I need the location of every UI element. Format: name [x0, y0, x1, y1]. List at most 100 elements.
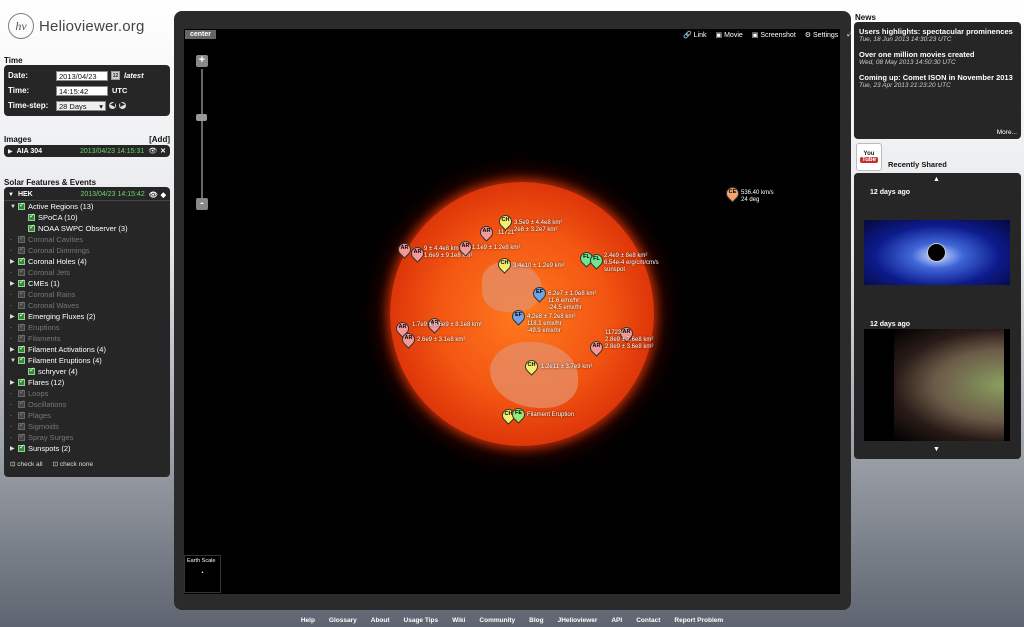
footer-link-wiki[interactable]: Wiki [452, 617, 465, 624]
active-region-marker[interactable]: AR [587, 338, 606, 359]
checkbox[interactable] [18, 443, 25, 452]
movie-button[interactable]: ▣ Movie [716, 31, 743, 39]
hek-row[interactable]: ▼ HEK 2013/04/23 14:15:42 👁 ◆ [4, 189, 170, 201]
center-button[interactable]: center [185, 30, 217, 39]
checkbox[interactable] [18, 234, 25, 243]
tree-item-coronal-holes[interactable]: ▶Coronal Holes (4) [10, 256, 170, 267]
checkbox[interactable] [18, 344, 25, 353]
zoom-out-button[interactable]: - [196, 198, 208, 210]
earth-scale[interactable]: Earth Scale • [184, 555, 221, 593]
calendar-icon[interactable]: 12 [111, 71, 120, 80]
logo[interactable]: hv Helioviewer.org [8, 12, 145, 40]
latest-link[interactable]: latest [124, 71, 144, 80]
filament-eruption-marker[interactable]: FE [509, 405, 528, 426]
footer-link-jhelioviewer[interactable]: JHelioviewer [558, 617, 598, 624]
tree-item-emerging-fluxes[interactable]: ▶Emerging Fluxes (2) [10, 311, 170, 322]
checkbox[interactable] [28, 223, 35, 232]
step-back-icon[interactable]: ◀ [109, 102, 116, 109]
tree-item-coronal-jets[interactable]: ·Coronal Jets [10, 267, 170, 278]
news-item[interactable]: Over one million movies created Wed, 08 … [859, 50, 1016, 66]
tree-item-loops[interactable]: ·Loops [10, 388, 170, 399]
tree-item-filament-activations[interactable]: ▶Filament Activations (4) [10, 344, 170, 355]
checkbox[interactable] [18, 311, 25, 320]
fullscreen-icon[interactable]: ⤢ [847, 31, 853, 39]
emerging-flux-marker[interactable]: EF [509, 307, 528, 328]
check-none-link[interactable]: ⊡ check none [53, 460, 94, 468]
tree-item-plages[interactable]: ·Plages [10, 410, 170, 421]
news-item[interactable]: Coming up: Comet ISON in November 2013 T… [859, 73, 1016, 89]
coronal-hole-marker[interactable]: CH [496, 212, 515, 233]
footer-link-usage-tips[interactable]: Usage Tips [404, 617, 439, 624]
time-input[interactable]: 14:15:42 [56, 85, 108, 96]
news-headline[interactable]: Over one million movies created [859, 50, 1016, 59]
visibility-icon[interactable]: 👁 [148, 147, 157, 155]
link-button[interactable]: 🔗 Link [683, 31, 707, 39]
news-headline[interactable]: Users highlights: spectacular prominence… [859, 27, 1016, 36]
tree-item-noaa[interactable]: NOAA SWPC Observer (3) [10, 223, 170, 234]
footer-link-help[interactable]: Help [301, 617, 315, 624]
video-thumbnail[interactable] [864, 329, 1010, 441]
scroll-up-icon[interactable]: ▲ [933, 176, 940, 183]
tree-item-eruptions[interactable]: ·Eruptions [10, 322, 170, 333]
footer-link-glossary[interactable]: Glossary [329, 617, 357, 624]
settings-button[interactable]: ⚙ Settings [805, 31, 839, 39]
remove-icon[interactable]: ✕ [160, 147, 166, 155]
info-icon[interactable]: ◆ [161, 191, 166, 199]
active-region-marker[interactable]: AR [408, 244, 427, 265]
checkbox[interactable] [18, 278, 25, 287]
tree-item-cmes[interactable]: ▶CMEs (1) [10, 278, 170, 289]
emerging-flux-marker[interactable]: EF [530, 284, 549, 305]
news-headline[interactable]: Coming up: Comet ISON in November 2013 [859, 73, 1016, 82]
tree-item-sigmoids[interactable]: ·Sigmoids [10, 421, 170, 432]
footer-link-community[interactable]: Community [479, 617, 515, 624]
checkbox[interactable] [18, 432, 25, 441]
footer-link-api[interactable]: API [611, 617, 622, 624]
expand-triangle-icon[interactable]: ▶ [8, 148, 13, 155]
tree-item-spoca[interactable]: SPoCA (10) [10, 212, 170, 223]
tree-item-coronal-waves[interactable]: ·Coronal Waves [10, 300, 170, 311]
checkbox[interactable] [28, 212, 35, 221]
tree-item-filaments[interactable]: ·Filaments [10, 333, 170, 344]
tree-item-coronal-rains[interactable]: ·Coronal Rains [10, 289, 170, 300]
news-item[interactable]: Users highlights: spectacular prominence… [859, 27, 1016, 43]
add-layer-button[interactable]: [Add] [149, 135, 170, 144]
step-forward-icon[interactable]: ▶ [119, 102, 126, 109]
screenshot-button[interactable]: ▣ Screenshot [752, 31, 796, 39]
checkbox[interactable] [18, 377, 25, 386]
checkbox[interactable] [18, 410, 25, 419]
checkbox[interactable] [18, 300, 25, 309]
checkbox[interactable] [18, 267, 25, 276]
date-input[interactable]: 2013/04/23 [56, 70, 108, 81]
tree-item-oscillations[interactable]: ·Oscillations [10, 399, 170, 410]
tree-item-coronal-cavities[interactable]: ·Coronal Cavities [10, 234, 170, 245]
timestep-select[interactable]: 28 Days ▾ [56, 100, 106, 111]
footer-link-about[interactable]: About [371, 617, 390, 624]
image-layer-row[interactable]: ▶ AIA 304 2013/04/23 14:15:31 👁 ✕ [4, 145, 170, 157]
video-thumbnail[interactable] [864, 220, 1010, 285]
tree-item-flares[interactable]: ▶Flares (12) [10, 377, 170, 388]
zoom-slider-handle[interactable] [196, 114, 207, 121]
active-region-marker[interactable]: AR [477, 223, 496, 244]
scroll-down-icon[interactable]: ▼ [933, 446, 940, 453]
news-more-link[interactable]: More... [997, 129, 1017, 136]
checkbox[interactable] [18, 388, 25, 397]
visibility-icon[interactable]: 👁 [149, 191, 158, 199]
checkbox[interactable] [18, 322, 25, 331]
active-region-marker[interactable]: AR [399, 330, 418, 351]
checkbox[interactable] [18, 333, 25, 342]
checkbox[interactable] [18, 421, 25, 430]
tree-item-sunspots[interactable]: ▶Sunspots (2) [10, 443, 170, 454]
zoom-slider-track[interactable] [201, 69, 203, 199]
checkbox[interactable] [18, 245, 25, 254]
coronal-hole-marker[interactable]: CH [522, 357, 541, 378]
tree-item-schryver[interactable]: schryver (4) [10, 366, 170, 377]
tree-item-coronal-dimmings[interactable]: ·Coronal Dimmings [10, 245, 170, 256]
expand-triangle-icon[interactable]: ▼ [8, 192, 14, 198]
checkbox[interactable] [18, 289, 25, 298]
checkbox[interactable] [18, 201, 25, 210]
tree-item-active-regions[interactable]: ▼Active Regions (13) [10, 201, 170, 212]
active-region-marker[interactable]: AR [395, 240, 414, 261]
youtube-icon[interactable]: You Tube [856, 143, 882, 171]
checkbox[interactable] [28, 366, 35, 375]
checkbox[interactable] [18, 256, 25, 265]
